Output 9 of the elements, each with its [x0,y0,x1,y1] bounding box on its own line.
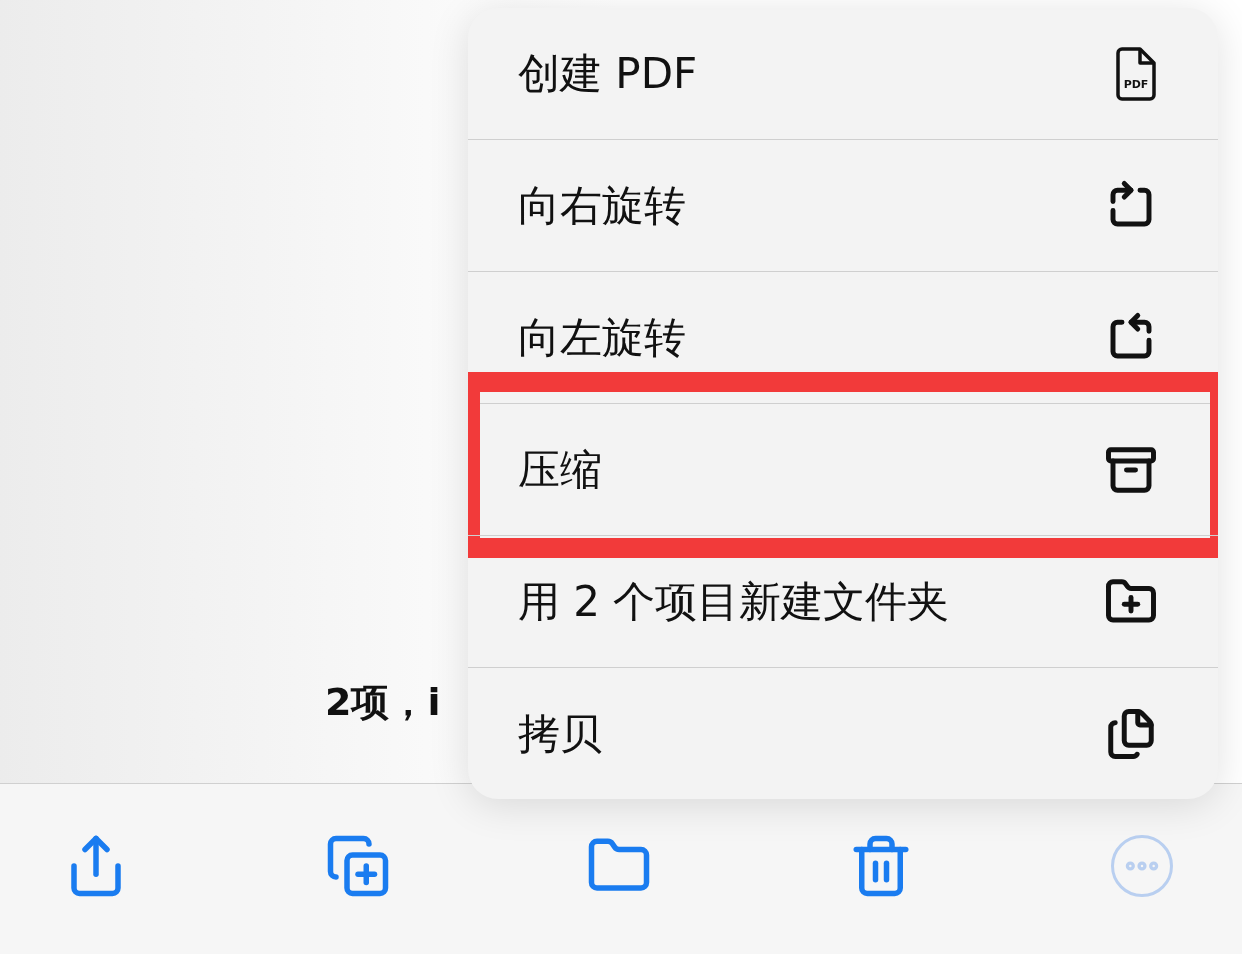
item-summary: 2项，i [325,679,442,726]
menu-item[interactable]: 压缩 [468,404,1218,535]
menu-item[interactable]: 用 2 个项目新建文件夹 [468,536,1218,667]
menu-item[interactable]: 创建 PDF PDF [468,8,1218,139]
pdf-file-icon: PDF [1114,45,1158,102]
menu-item[interactable]: 向左旋转 [468,272,1218,403]
menu-item[interactable]: 向右旋转 [468,140,1218,271]
more-icon [1111,835,1173,897]
menu-item[interactable]: 拷贝 [468,668,1218,799]
